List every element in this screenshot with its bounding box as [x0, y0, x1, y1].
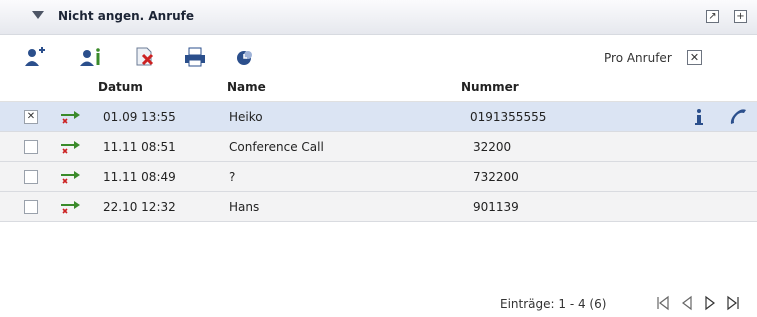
row-nummer: 32200 — [473, 140, 512, 154]
missed-calls-panel: Nicht angen. Anrufe ↗ + Pro Anrufer ✕ Da… — [0, 0, 757, 317]
row-datum: 01.09 13:55 — [103, 110, 176, 124]
print-icon[interactable] — [184, 47, 206, 67]
pro-anrufer-checkbox[interactable]: ✕ — [687, 50, 702, 65]
previous-page-icon[interactable] — [679, 295, 695, 311]
row-datum: 11.11 08:51 — [103, 140, 176, 154]
last-page-icon[interactable] — [725, 295, 741, 311]
add-contact-icon[interactable] — [24, 47, 46, 67]
missed-call-arrow-icon — [60, 199, 82, 215]
pro-anrufer-label: Pro Anrufer — [604, 51, 672, 65]
missed-call-arrow-icon — [60, 139, 82, 155]
panel-title: Nicht angen. Anrufe — [58, 9, 195, 23]
row-nummer: 0191355555 — [470, 110, 547, 124]
row-datum: 22.10 12:32 — [103, 200, 176, 214]
row-checkbox[interactable] — [24, 200, 38, 214]
contact-info-icon[interactable] — [80, 47, 102, 67]
call-back-phone-icon[interactable] — [728, 108, 748, 126]
missed-call-arrow-icon — [60, 169, 82, 185]
maximize-icon[interactable]: + — [734, 10, 747, 23]
column-header-datum[interactable]: Datum — [98, 80, 143, 94]
entries-count: Einträge: 1 - 4 (6) — [500, 297, 607, 311]
history-clock-icon[interactable] — [234, 47, 256, 67]
row-name: Conference Call — [229, 140, 324, 154]
delete-entry-icon[interactable] — [134, 47, 156, 67]
next-page-icon[interactable] — [702, 295, 718, 311]
row-name: Hans — [229, 200, 260, 214]
row-checkbox[interactable]: ✕ — [24, 110, 38, 124]
column-header-nummer[interactable]: Nummer — [461, 80, 519, 94]
toolbar: Pro Anrufer ✕ — [0, 35, 757, 75]
row-checkbox[interactable] — [24, 140, 38, 154]
column-header-name[interactable]: Name — [227, 80, 266, 94]
info-icon[interactable] — [692, 108, 706, 126]
missed-call-arrow-icon — [60, 109, 82, 125]
row-name: ? — [229, 170, 236, 184]
row-datum: 11.11 08:49 — [103, 170, 176, 184]
table-row[interactable]: 11.11 08:49 ? 732200 — [0, 162, 757, 192]
panel-header: Nicht angen. Anrufe ↗ + — [0, 0, 757, 35]
first-page-icon[interactable] — [655, 295, 671, 311]
pagination-footer: Einträge: 1 - 4 (6) — [0, 290, 757, 317]
table-row[interactable]: 22.10 12:32 Hans 901139 — [0, 192, 757, 222]
row-name: Heiko — [229, 110, 263, 124]
row-checkbox[interactable] — [24, 170, 38, 184]
collapse-triangle-icon[interactable] — [32, 11, 44, 19]
table-header: Datum Name Nummer — [0, 75, 757, 102]
row-nummer: 901139 — [473, 200, 519, 214]
table-row[interactable]: ✕ 01.09 13:55 Heiko 0191355555 — [0, 102, 757, 132]
row-nummer: 732200 — [473, 170, 519, 184]
popout-icon[interactable]: ↗ — [706, 10, 719, 23]
table-row[interactable]: 11.11 08:51 Conference Call 32200 — [0, 132, 757, 162]
